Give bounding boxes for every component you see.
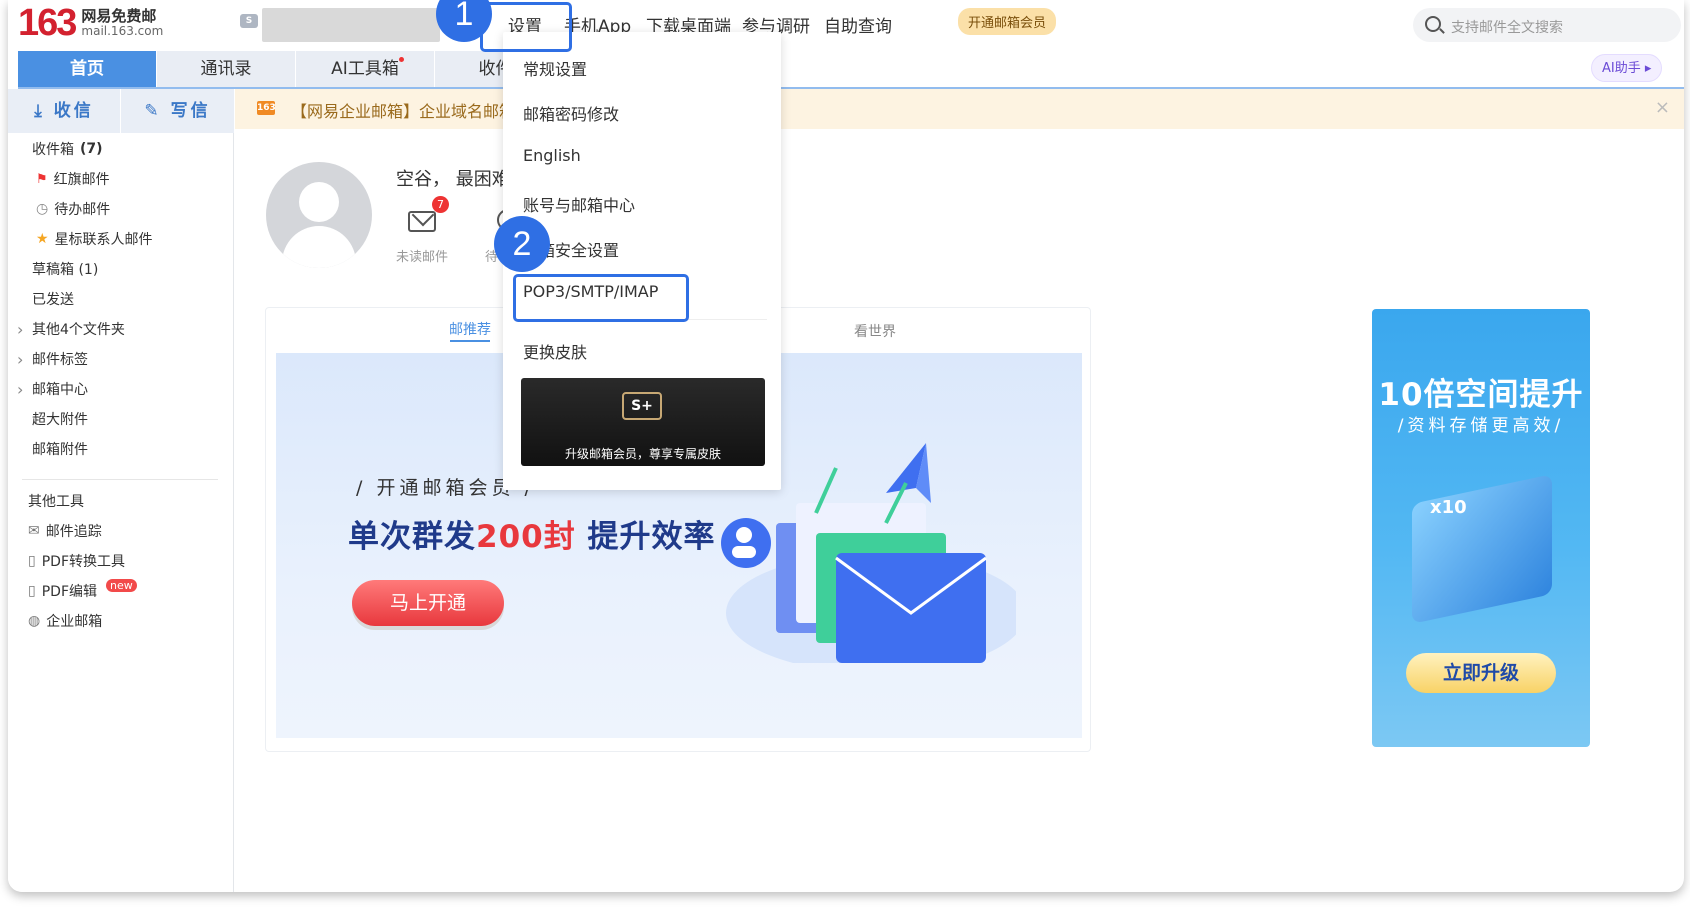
logo-line2: mail.163.com: [81, 23, 164, 38]
red-flag-icon: ⚑: [36, 171, 48, 187]
account-icon: S: [240, 14, 258, 28]
new-badge: new: [106, 578, 137, 592]
tool-mail-tracking[interactable]: ✉ 邮件追踪: [28, 521, 102, 541]
settings-dropdown: 常规设置 邮箱密码修改 English 账号与邮箱中心 邮箱安全设置 POP3/…: [503, 32, 781, 490]
sidebar-divider: [22, 479, 218, 480]
menu-item-general[interactable]: 常规设置: [523, 56, 587, 80]
tab-recommend[interactable]: 邮推荐: [449, 319, 491, 339]
search-placeholder: 支持邮件全文搜索: [1451, 20, 1563, 36]
sidebar: ⤓ 收信 ✎ 写信 收件箱 (7) ⚑ 红旗邮件 ◷ 待办邮件 ★ 星标联系人邮件 草稿…: [8, 89, 234, 892]
upgrade-now-button[interactable]: 立即升级: [1406, 653, 1556, 693]
step-2-marker: 2: [494, 216, 550, 272]
skin-promo-card[interactable]: S+ 升级邮箱会员，尊享专属皮肤: [521, 378, 765, 466]
highlight-pop3: [513, 274, 689, 322]
tool-pdf-convert[interactable]: ▯ PDF转换工具: [28, 551, 125, 571]
vip-button[interactable]: 开通邮箱会员: [958, 8, 1057, 35]
envelope-icon: ✉: [28, 523, 40, 539]
upgrade-ad[interactable]: 10倍空间提升 /资料存储更高效/ x10 立即升级: [1372, 309, 1590, 747]
menu-item-skin[interactable]: 更换皮肤: [523, 339, 587, 363]
notice-text: 【网易企业邮箱】企业域名邮箱: [291, 102, 516, 121]
sidebar-item-flagged[interactable]: ⚑ 红旗邮件: [36, 169, 110, 189]
logo-number: 163: [18, 2, 77, 44]
sidebar-item-todo[interactable]: ◷ 待办邮件: [36, 199, 110, 219]
globe-icon: ◍: [28, 613, 41, 629]
tab-ai-tools-label: AI工具箱: [331, 59, 399, 79]
tab-home[interactable]: 首页: [18, 51, 156, 87]
sidebar-item-other-folders[interactable]: 其他4个文件夹: [17, 319, 125, 339]
splus-logo: S+: [622, 392, 662, 420]
tab-contacts[interactable]: 通讯录: [157, 51, 295, 87]
logo-line1: 网易免费邮: [81, 6, 157, 25]
menu-item-account-center[interactable]: 账号与邮箱中心: [523, 192, 635, 216]
sidebar-item-sent[interactable]: 已发送: [32, 289, 74, 309]
menu-item-english[interactable]: English: [523, 146, 581, 165]
close-icon[interactable]: ×: [1655, 97, 1670, 118]
sidebar-item-starred[interactable]: ★ 星标联系人邮件: [36, 229, 153, 249]
star-icon: ★: [36, 231, 49, 247]
open-now-button[interactable]: 马上开通: [352, 580, 504, 626]
notice-bar[interactable]: 163 【网易企业邮箱】企业域名邮箱 ×: [235, 89, 1684, 129]
tab-ai-tools[interactable]: AI工具箱: [296, 51, 434, 87]
search-icon: [1425, 16, 1441, 32]
mail-window: 163 网易免费邮 mail.163.com S n 设置 手机App 下载桌面…: [8, 0, 1684, 892]
nav-self-help[interactable]: 自助查询: [824, 12, 892, 37]
highlight-settings: [480, 2, 572, 52]
sidebar-item-attachments[interactable]: 邮箱附件: [32, 439, 88, 459]
pdf-icon: ▯: [28, 553, 36, 569]
tab-active-indicator: [450, 340, 490, 342]
receive-button[interactable]: ⤓ 收信: [8, 89, 121, 133]
skin-promo-caption: 升级邮箱会员，尊享专属皮肤: [564, 447, 721, 461]
sidebar-item-labels[interactable]: 邮件标签: [17, 349, 88, 369]
menu-item-password[interactable]: 邮箱密码修改: [523, 101, 619, 125]
banner-title: 单次群发200封 提升效率: [348, 519, 716, 555]
sidebar-item-large-attachments[interactable]: 超大附件: [32, 409, 88, 429]
main-tabs: 首页 通讯录 AI工具箱 收件箱: [18, 51, 574, 87]
account-name-redacted[interactable]: [262, 8, 440, 42]
new-dot-icon: [398, 57, 404, 62]
unread-badge: 7: [432, 196, 449, 213]
pdf-edit-icon: ▯: [28, 583, 36, 599]
sidebar-item-inbox[interactable]: 收件箱 (7): [32, 139, 103, 159]
search-box[interactable]: 支持邮件全文搜索: [1413, 8, 1681, 42]
logo[interactable]: 163 网易免费邮 mail.163.com: [18, 2, 163, 45]
other-tools-title: 其他工具: [28, 494, 84, 510]
unread-mail-icon[interactable]: [408, 211, 436, 232]
greeting: 空谷， 最困难: [396, 169, 510, 190]
ad-subtitle: /资料存储更高效/: [1397, 416, 1565, 436]
notice-icon: 163: [257, 101, 276, 115]
sidebar-item-mail-center[interactable]: 邮箱中心: [17, 379, 88, 399]
ai-assistant-button[interactable]: AI助手 ▸: [1591, 54, 1663, 82]
tool-enterprise-mail[interactable]: ◍ 企业邮箱: [28, 611, 102, 631]
write-button[interactable]: ✎ 写信: [121, 89, 234, 133]
avatar[interactable]: [266, 162, 372, 268]
unread-label[interactable]: 未读邮件: [396, 246, 448, 265]
tab-world[interactable]: 看世界: [854, 321, 896, 341]
ad-badge: x10: [1430, 497, 1467, 518]
inbox-count: (7): [80, 141, 103, 157]
tool-pdf-edit[interactable]: ▯ PDF编辑 new: [28, 578, 137, 601]
ad-headline: 10倍空间提升: [1378, 377, 1584, 413]
sidebar-item-drafts[interactable]: 草稿箱 (1): [32, 259, 98, 279]
clock-icon: ◷: [36, 201, 49, 217]
